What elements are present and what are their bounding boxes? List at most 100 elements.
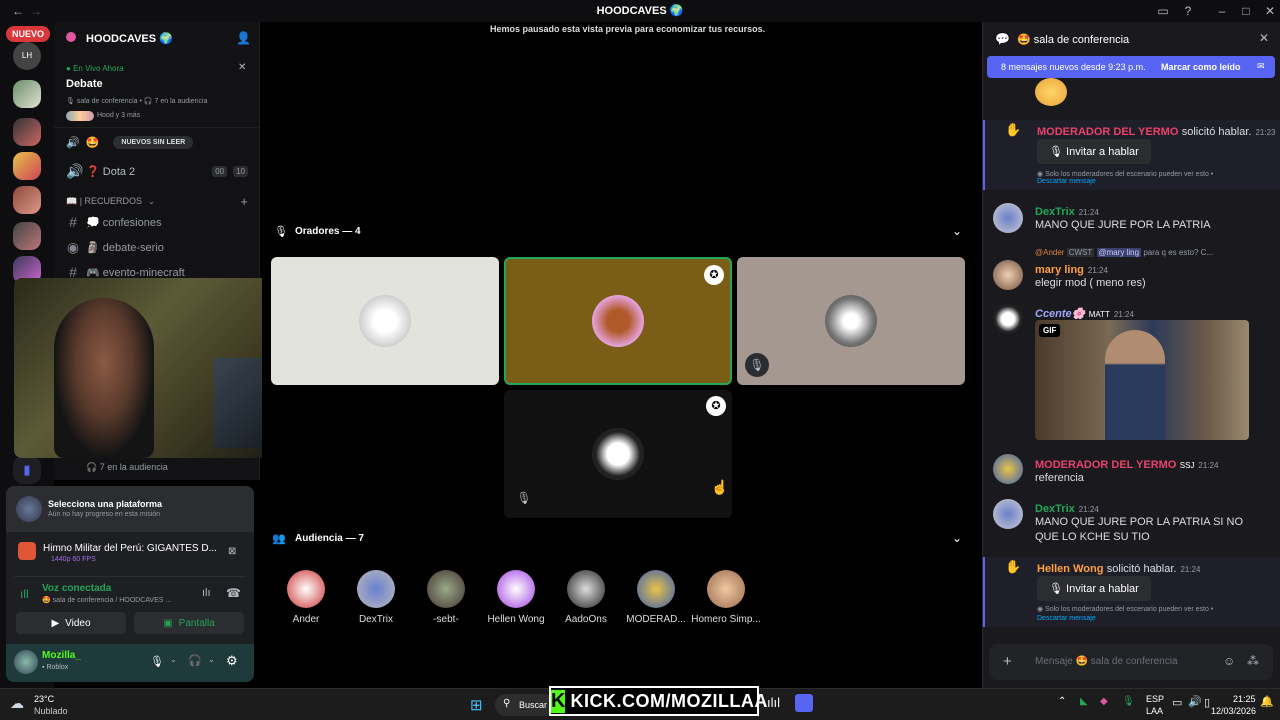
server-name[interactable]: HOODCAVES 🌍 — [86, 32, 173, 45]
chevron-up-icon[interactable]: ⌃ — [1058, 696, 1066, 707]
chevron-down-icon[interactable]: ⌄ — [952, 531, 962, 545]
soundboard-icon[interactable]: ılı — [202, 587, 211, 599]
add-attachment-icon[interactable]: + — [1003, 653, 1012, 670]
back-icon[interactable]: ← — [10, 3, 26, 19]
speaker-icon: 🔊 — [66, 137, 80, 149]
folder-icon[interactable]: ▮ — [13, 456, 41, 484]
live-stage-card[interactable]: ● En Vivo Ahora ✕ Debate 🎙 sala de confe… — [54, 56, 260, 128]
add-user-icon[interactable]: 👤 — [236, 31, 251, 45]
settings-gear-icon[interactable]: ⚙ — [226, 653, 238, 669]
raise-hand-icon: ✋ — [1005, 122, 1022, 137]
server-icon-lh[interactable]: LH — [13, 42, 41, 70]
request-to-speak-message: ✋ Hellen Wong solicitó hablar. 21:24 🎙 In… — [983, 557, 1280, 627]
microphone-tray-icon[interactable]: 🎙 — [1122, 696, 1135, 707]
audience-member[interactable]: MODERAD... — [621, 570, 691, 625]
emoji-icon[interactable]: ☺ — [1223, 654, 1235, 668]
language-top[interactable]: ESP — [1146, 694, 1164, 704]
maximize-icon[interactable]: □ — [1238, 3, 1254, 19]
audience-member[interactable]: -sebt- — [411, 570, 481, 625]
avatar[interactable] — [993, 454, 1023, 484]
server-icon-hoodcaves[interactable] — [13, 152, 41, 180]
dismiss-link[interactable]: Descartar mensaje — [1037, 615, 1096, 622]
hash-icon: # — [69, 214, 77, 230]
apps-icon[interactable]: ⁂ — [1247, 654, 1259, 668]
tray-icon[interactable]: ◆ — [1100, 696, 1108, 707]
screen-share-icon: ▣ — [163, 617, 173, 629]
emoji-sticker — [1035, 78, 1067, 106]
screen-share-button[interactable]: ▣ Pantalla — [134, 612, 244, 634]
speaker-tile-active[interactable]: ✪ — [504, 257, 732, 385]
mark-read-button[interactable]: Marcar como leído — [1161, 62, 1241, 72]
inbox-icon[interactable]: ▭ — [1155, 3, 1171, 19]
search-box[interactable]: ⚲ Buscar — [495, 694, 555, 716]
chevron-down-icon[interactable]: ⌄ — [170, 655, 177, 664]
volume-icon[interactable]: 🔊 — [1188, 695, 1202, 708]
server-icon[interactable] — [13, 80, 41, 108]
moderator-note: ◉ Solo los moderadores del escenario pue… — [1037, 171, 1214, 178]
network-icon[interactable]: ▭ — [1172, 696, 1182, 709]
audience-list: Ander DexTrix -sebt- Hellen Wong AadoOns… — [271, 570, 761, 625]
kick-logo-icon: K — [551, 689, 566, 713]
audience-member[interactable]: Ander — [271, 570, 341, 625]
help-icon[interactable]: ? — [1180, 3, 1196, 19]
new-badge[interactable]: NUEVO — [6, 26, 51, 42]
reply-preview[interactable]: @Ander CWST @mary ling para q es esto? C… — [1035, 248, 1213, 257]
notification-icon[interactable]: 🔔 — [1260, 695, 1274, 708]
voice-status[interactable]: Voz conectada — [42, 583, 111, 594]
minimize-icon[interactable]: – — [1214, 3, 1230, 19]
audience-member[interactable]: Homero Simp... — [691, 570, 761, 625]
gif-figure — [1105, 330, 1165, 440]
avatar[interactable] — [993, 499, 1023, 529]
clock-time[interactable]: 21:25 — [1233, 694, 1256, 704]
dismiss-link[interactable]: Descartar mensaje — [1037, 178, 1096, 185]
avatar[interactable] — [993, 304, 1023, 334]
title-bar: ← → HOODCAVES 🌍 ▭ ? – □ ✕ — [0, 0, 1280, 22]
avatar[interactable] — [14, 650, 38, 674]
muted-mic-icon: 🎙 — [745, 353, 769, 377]
audience-member[interactable]: DexTrix — [341, 570, 411, 625]
close-icon[interactable]: ✕ — [1259, 31, 1269, 45]
raise-hand-icon: ✋ — [1005, 559, 1022, 574]
close-window-icon[interactable]: ✕ — [1262, 3, 1278, 19]
audience-member[interactable]: AadoOns — [551, 570, 621, 625]
chevron-down-icon[interactable]: ⌄ — [208, 655, 215, 664]
audio-app-icon[interactable]: ılıl — [767, 695, 780, 710]
channel-confesiones[interactable]: # 💭 confesiones — [66, 211, 161, 233]
message-input-box[interactable]: + Mensaje 🤩 sala de conferencia ☺ ⁂ — [989, 644, 1273, 680]
category-recuerdos[interactable]: 📖 | RECUERDOS ⌄ + — [66, 190, 248, 212]
discord-taskbar-icon[interactable] — [795, 694, 813, 712]
speaker-tile-suit[interactable]: ✪ 🎙 — [504, 390, 732, 518]
server-icon[interactable] — [13, 186, 41, 214]
avatar[interactable] — [993, 260, 1023, 290]
chevron-down-icon[interactable]: ⌄ — [952, 224, 962, 238]
chevron-down-icon[interactable]: ⌄ — [166, 31, 174, 42]
username[interactable]: Mozilla_ — [42, 650, 81, 661]
forward-icon[interactable]: → — [28, 3, 44, 19]
gif-attachment[interactable]: GIF — [1035, 320, 1249, 440]
avatar[interactable] — [993, 203, 1023, 233]
battery-icon[interactable]: ▯ — [1204, 696, 1210, 709]
new-unread-pill[interactable]: NUEVOS SIN LEER — [113, 136, 194, 149]
quest-card[interactable]: Selecciona una plataforma Aún no hay pro… — [6, 486, 254, 532]
voice-channel-dota[interactable]: 🔊 ❓ Dota 2 00 10 — [66, 160, 248, 182]
new-messages-banner[interactable]: 8 mensajes nuevos desde 9:23 p.m. Marcar… — [987, 56, 1275, 78]
add-channel-icon[interactable]: + — [240, 194, 248, 209]
speaker-tile-muted[interactable]: 🎙 — [737, 257, 965, 385]
tray-icon[interactable]: ◣ — [1080, 696, 1088, 707]
weather-temp[interactable]: 23°C — [34, 694, 54, 704]
speaker-tile-cat[interactable] — [271, 257, 499, 385]
video-button[interactable]: ▶ Video — [16, 612, 126, 634]
windows-start-icon[interactable]: ⊞ — [470, 696, 483, 714]
invite-to-speak-button[interactable]: 🎙 Invitar a hablar — [1037, 576, 1151, 601]
server-icon[interactable] — [13, 222, 41, 250]
channel-debate-serio[interactable]: ◉ 🗿 debate-serio — [66, 236, 164, 258]
headphones-icon[interactable]: 🎧 — [188, 654, 202, 667]
audience-member[interactable]: Hellen Wong — [481, 570, 551, 625]
invite-to-speak-button[interactable]: 🎙 Invitar a hablar — [1037, 139, 1151, 164]
message-input[interactable]: Mensaje 🤩 sala de conferencia — [1035, 656, 1178, 667]
close-icon[interactable]: ✕ — [238, 62, 246, 73]
server-folder-icon[interactable] — [13, 118, 41, 146]
disconnect-icon[interactable]: ☎ — [226, 586, 241, 600]
stop-stream-icon[interactable]: ⊠ — [228, 546, 236, 557]
microphone-icon[interactable]: 🎙 — [150, 655, 164, 668]
